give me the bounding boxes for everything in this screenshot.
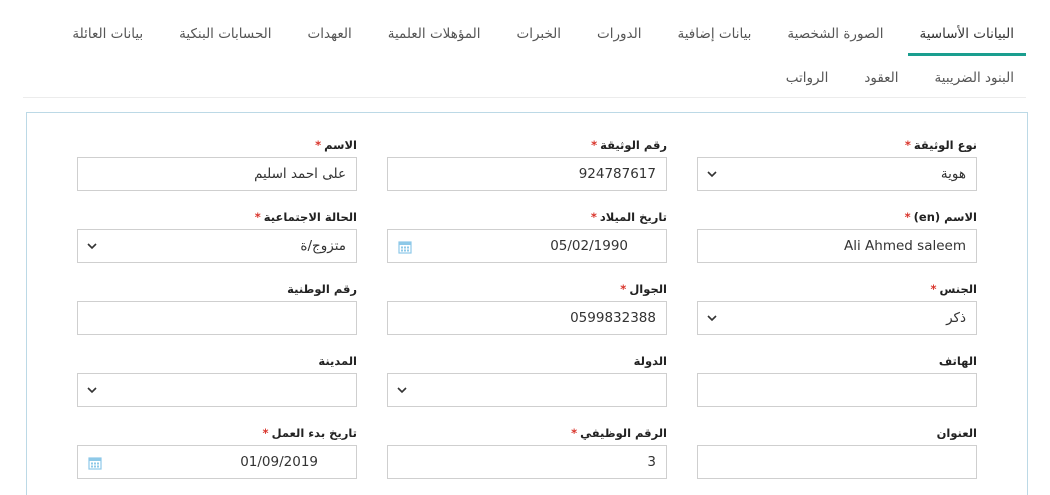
name-ar-label: الاسم* [315,138,357,152]
tab-personal-photo[interactable]: الصورة الشخصية [775,18,895,56]
birth-date-field: تاريخ الميلاد* 05/02/1990 [387,209,667,263]
gender-value: ذكر [946,310,966,326]
doc-number-field: رقم الوثيقة* 924787617 [387,137,667,191]
country-field: الدولة [387,353,667,407]
name-ar-field: الاسم* على احمد اسليم [77,137,357,191]
national-id-field: رقم الوطنية [77,281,357,335]
name-ar-input[interactable]: على احمد اسليم [77,157,357,191]
name-ar-value: على احمد اسليم [254,166,346,182]
marital-status-value: متزوج/ة [300,238,346,254]
gender-select[interactable]: ذكر [697,301,977,335]
employee-number-label: الرقم الوظيفي* [571,426,667,440]
phone-label: الهاتف [938,354,977,368]
calendar-icon[interactable] [398,240,412,254]
birth-date-input[interactable]: 05/02/1990 [387,229,667,263]
chevron-down-icon [707,171,717,178]
required-marker: * [590,210,597,224]
birth-date-label: تاريخ الميلاد* [590,210,667,224]
tab-bank-accounts[interactable]: الحسابات البنكية [167,18,283,56]
doc-number-value: 924787617 [578,166,656,182]
basic-info-panel: نوع الوثيقة* هوية رقم الوثيقة* 924787617… [26,112,1028,495]
chevron-down-icon [87,387,97,394]
mobile-label: الجوال* [620,282,667,296]
required-marker: * [262,426,269,440]
required-marker: * [254,210,261,224]
employee-number-value: 3 [647,454,656,470]
phone-input[interactable] [697,373,977,407]
tab-row-2: البنود الضريبية العقود الرواتب [23,62,1026,100]
work-start-date-input[interactable]: 01/09/2019 [77,445,357,479]
country-label: الدولة [633,354,667,368]
tab-basic-info[interactable]: البيانات الأساسية [907,18,1027,56]
city-field: المدينة [77,353,357,407]
doc-number-label: رقم الوثيقة* [591,138,667,152]
phone-field: الهاتف [697,353,977,407]
marital-status-select[interactable]: متزوج/ة [77,229,357,263]
national-id-input[interactable] [77,301,357,335]
mobile-input[interactable]: 0599832388 [387,301,667,335]
tab-experience[interactable]: الخبرات [504,18,573,56]
chevron-down-icon [707,315,717,322]
required-marker: * [315,138,322,152]
required-marker: * [904,210,911,224]
name-en-label: الاسم (en)* [904,210,977,224]
work-start-date-field: تاريخ بدء العمل* 01/09/2019 [77,425,357,479]
tab-row-1: البيانات الأساسية الصورة الشخصية بيانات … [23,18,1026,56]
required-marker: * [620,282,627,296]
required-marker: * [904,138,911,152]
employee-number-field: الرقم الوظيفي* 3 [387,425,667,479]
tab-contracts[interactable]: العقود [852,62,910,100]
address-field: العنوان [697,425,977,479]
tab-family-data[interactable]: بيانات العائلة [60,18,155,56]
chevron-down-icon [397,387,407,394]
gender-label: الجنس* [930,282,977,296]
city-label: المدينة [318,354,357,368]
doc-type-value: هوية [940,166,966,182]
tab-custody[interactable]: العهدات [296,18,364,56]
name-en-field: الاسم (en)* Ali Ahmed saleem [697,209,977,263]
gender-field: الجنس* ذكر [697,281,977,335]
doc-type-field: نوع الوثيقة* هوية [697,137,977,191]
doc-type-label: نوع الوثيقة* [904,138,977,152]
tab-courses[interactable]: الدورات [585,18,653,56]
address-input[interactable] [697,445,977,479]
work-start-date-value: 01/09/2019 [240,454,318,470]
marital-status-field: الحالة الاجتماعية* متزوج/ة [77,209,357,263]
required-marker: * [591,138,598,152]
name-en-value: Ali Ahmed saleem [844,238,966,254]
mobile-field: الجوال* 0599832388 [387,281,667,335]
address-label: العنوان [936,426,977,440]
tab-bar: البيانات الأساسية الصورة الشخصية بيانات … [23,18,1026,98]
tab-tax-items[interactable]: البنود الضريبية [923,62,1026,100]
birth-date-value: 05/02/1990 [550,238,628,254]
employee-number-input[interactable]: 3 [387,445,667,479]
calendar-icon[interactable] [88,456,102,470]
doc-number-input[interactable]: 924787617 [387,157,667,191]
tab-qualifications[interactable]: المؤهلات العلمية [376,18,493,56]
chevron-down-icon [87,243,97,250]
work-start-date-label: تاريخ بدء العمل* [262,426,357,440]
doc-type-select[interactable]: هوية [697,157,977,191]
required-marker: * [571,426,578,440]
required-marker: * [930,282,937,296]
tab-additional-data[interactable]: بيانات إضافية [666,18,764,56]
mobile-value: 0599832388 [570,310,656,326]
city-select[interactable] [77,373,357,407]
national-id-label: رقم الوطنية [287,282,357,296]
tab-salaries[interactable]: الرواتب [774,62,841,100]
marital-status-label: الحالة الاجتماعية* [254,210,357,224]
country-select[interactable] [387,373,667,407]
name-en-input[interactable]: Ali Ahmed saleem [697,229,977,263]
